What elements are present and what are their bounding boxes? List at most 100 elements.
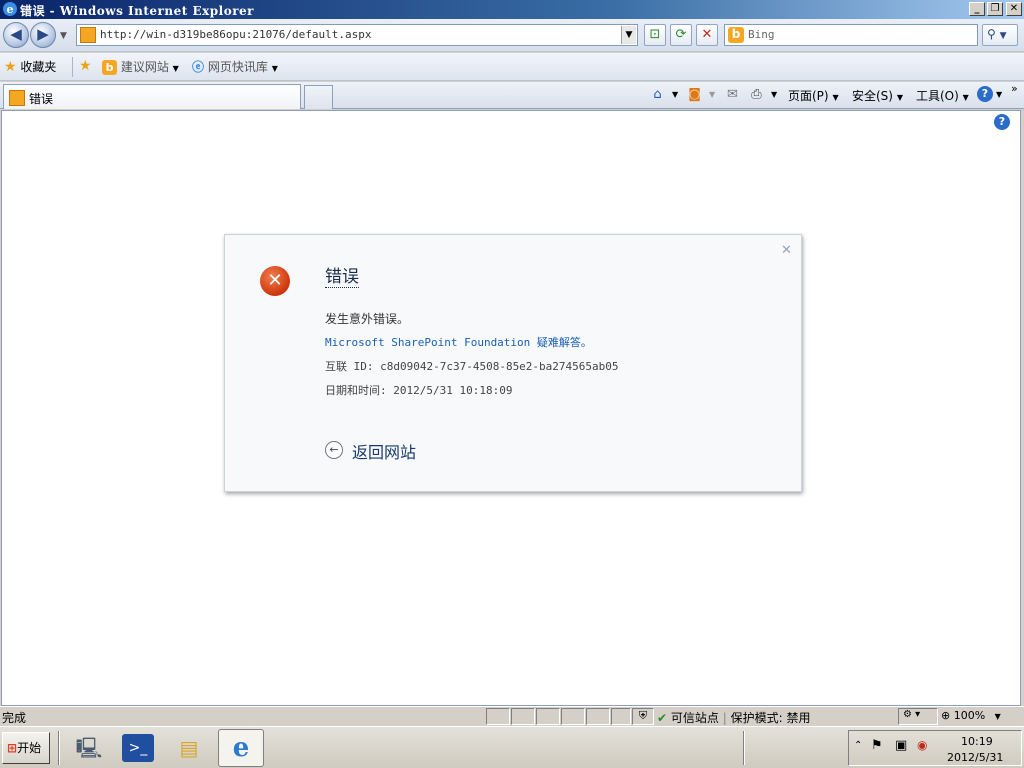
search-icon: ⚲ bbox=[987, 27, 996, 41]
back-to-site-link[interactable]: 返回网站 bbox=[352, 439, 416, 463]
powershell-icon[interactable]: >_ bbox=[122, 734, 154, 762]
add-favorite-icon: ★ bbox=[79, 58, 92, 74]
show-hidden-icons-icon[interactable]: ⌃ bbox=[854, 740, 862, 751]
chevron-down-icon: ▼ bbox=[994, 712, 1001, 721]
web-slice-gallery-button[interactable]: ⓔ 网页快讯库 ▼ bbox=[192, 58, 278, 75]
error-title: 错误 bbox=[325, 267, 359, 288]
bing-logo-icon: b bbox=[728, 27, 744, 43]
help-icon[interactable]: ? bbox=[994, 114, 1010, 130]
page-favicon-icon bbox=[80, 27, 96, 43]
troubleshoot-link[interactable]: Microsoft SharePoint Foundation 疑难解答。 bbox=[325, 334, 592, 350]
back-arrow-icon: ◀ bbox=[10, 25, 22, 43]
minimize-button[interactable]: _ bbox=[969, 2, 985, 16]
page-menu-label: 页面(P) bbox=[788, 89, 829, 103]
page-menu[interactable]: 页面(P) ▼ bbox=[788, 87, 839, 104]
address-url[interactable]: http://win-d319be86opu:21076/default.asp… bbox=[100, 28, 372, 41]
windows-logo-icon: ⊞ bbox=[7, 741, 18, 755]
status-cell bbox=[511, 708, 535, 725]
search-placeholder: Bing bbox=[748, 28, 775, 41]
separator bbox=[743, 731, 745, 765]
popup-blocker-icon[interactable]: ⛨ bbox=[632, 708, 654, 725]
status-cell bbox=[561, 708, 585, 725]
home-icon[interactable]: ⌂ bbox=[649, 86, 666, 103]
compatibility-icon: ⊡ bbox=[649, 27, 661, 42]
action-center-flag-icon[interactable]: ⚑ bbox=[871, 738, 883, 753]
checkmark-icon: ✔ bbox=[657, 711, 668, 725]
ie-logo-icon: e bbox=[3, 2, 17, 16]
help-menu-icon[interactable]: ? bbox=[977, 86, 993, 102]
more-commands-icon[interactable]: » bbox=[1011, 82, 1018, 95]
history-dropdown-icon[interactable]: ▼ bbox=[60, 31, 67, 41]
read-mail-icon[interactable]: ✉ bbox=[724, 86, 741, 103]
manage-addons-button[interactable]: ⚙ ▾ bbox=[898, 708, 938, 725]
suggested-sites-button[interactable]: b 建议网站 ▼ bbox=[102, 58, 179, 75]
status-text: 完成 bbox=[2, 711, 27, 725]
start-button[interactable]: ⊞开始 bbox=[2, 732, 50, 764]
feeds-dropdown-icon[interactable]: ▼ bbox=[709, 90, 715, 99]
print-icon[interactable]: ⎙ bbox=[748, 86, 765, 103]
search-input[interactable]: b Bing bbox=[724, 24, 978, 46]
restore-button[interactable]: ❐ bbox=[987, 2, 1003, 16]
refresh-icon: ⟳ bbox=[675, 27, 687, 42]
search-button[interactable]: ⚲ ▼ bbox=[982, 24, 1018, 46]
correlation-id: 互联 ID: c8d09042-7c37-4508-85e2-ba274565a… bbox=[325, 360, 619, 373]
address-dropdown-button[interactable]: ▼ bbox=[621, 26, 636, 44]
svg-text:e: e bbox=[7, 3, 14, 16]
chevron-down-icon: ▼ bbox=[962, 93, 969, 102]
volume-icon[interactable]: ◉ bbox=[917, 738, 927, 752]
star-icon: ★ bbox=[4, 59, 17, 75]
separator bbox=[58, 731, 60, 765]
print-dropdown-icon[interactable]: ▼ bbox=[771, 90, 777, 99]
status-cell bbox=[611, 708, 631, 725]
back-arrow-icon[interactable]: ← bbox=[325, 441, 343, 459]
help-dropdown-icon[interactable]: ▼ bbox=[996, 90, 1002, 99]
status-cell bbox=[586, 708, 610, 725]
file-explorer-icon[interactable]: ▤ bbox=[170, 730, 208, 766]
tab-error[interactable]: 错误 bbox=[3, 84, 301, 109]
forward-button[interactable]: ▶ bbox=[30, 22, 56, 48]
clock-date[interactable]: 2012/5/31 bbox=[947, 751, 1003, 764]
ie-page-icon: ⓔ bbox=[192, 60, 205, 74]
tab-favicon-icon bbox=[9, 90, 25, 106]
add-to-favorites-bar-button[interactable]: ★ bbox=[79, 58, 92, 74]
network-icon[interactable]: ▣ bbox=[895, 738, 907, 753]
divider: | bbox=[722, 711, 727, 725]
error-x-icon: ✕ bbox=[260, 266, 290, 296]
chevron-down-icon: ▼ bbox=[172, 64, 179, 73]
security-zone[interactable]: ✔ 可信站点 | 保护模式: 禁用 bbox=[657, 709, 810, 726]
search-options-icon: ▼ bbox=[999, 31, 1007, 41]
tab-command-bar: 错误 ⌂ ▼ ◙ ▼ ✉ ⎙ ▼ 页面(P) ▼ 安全(S) ▼ 工具(O) ▼… bbox=[0, 82, 1024, 109]
tools-menu[interactable]: 工具(O) ▼ bbox=[916, 87, 969, 104]
zoom-control[interactable]: ⊕ 100% ▼ bbox=[941, 709, 1001, 722]
server-manager-icon[interactable]: 🖳 bbox=[70, 730, 108, 766]
separator bbox=[72, 57, 73, 77]
taskbar: ⊞开始 🖳 >_ ▤ e ⌃ ⚑ ▣ ◉ 10:19 2012/5/31 bbox=[0, 726, 1024, 768]
address-input[interactable]: http://win-d319be86opu:21076/default.asp… bbox=[76, 24, 638, 46]
back-button[interactable]: ◀ bbox=[3, 22, 29, 48]
clock-time[interactable]: 10:19 bbox=[961, 735, 993, 748]
system-tray: ⌃ ⚑ ▣ ◉ 10:19 2012/5/31 bbox=[848, 730, 1022, 766]
zone-label: 可信站点 bbox=[670, 711, 719, 725]
internet-explorer-icon[interactable]: e bbox=[218, 729, 264, 767]
window-title: 错误 - Windows Internet Explorer bbox=[20, 4, 254, 18]
compatibility-view-button[interactable]: ⊡ bbox=[644, 24, 666, 46]
protected-mode-label: 保护模式: 禁用 bbox=[730, 711, 811, 725]
error-message: 发生意外错误。 bbox=[325, 312, 410, 326]
status-cell bbox=[536, 708, 560, 725]
stop-button[interactable]: ✕ bbox=[696, 24, 718, 46]
safety-menu[interactable]: 安全(S) ▼ bbox=[852, 87, 903, 104]
start-label: 开始 bbox=[17, 741, 42, 755]
home-dropdown-icon[interactable]: ▼ bbox=[672, 90, 678, 99]
feeds-icon[interactable]: ◙ bbox=[686, 86, 703, 103]
close-dialog-icon[interactable]: ✕ bbox=[781, 243, 792, 258]
navigation-bar: ◀ ▶ ▼ http://win-d319be86opu:21076/defau… bbox=[0, 19, 1024, 52]
favorites-button[interactable]: ★ 收藏夹 bbox=[4, 58, 56, 75]
suggested-sites-label: 建议网站 bbox=[120, 60, 169, 74]
safety-menu-label: 安全(S) bbox=[852, 89, 893, 103]
refresh-button[interactable]: ⟳ bbox=[670, 24, 692, 46]
close-window-button[interactable]: ✕ bbox=[1006, 2, 1022, 16]
new-tab-button[interactable] bbox=[304, 85, 333, 109]
forward-arrow-icon: ▶ bbox=[37, 25, 49, 43]
chevron-down-icon: ▼ bbox=[832, 93, 839, 102]
tab-label: 错误 bbox=[29, 92, 54, 106]
